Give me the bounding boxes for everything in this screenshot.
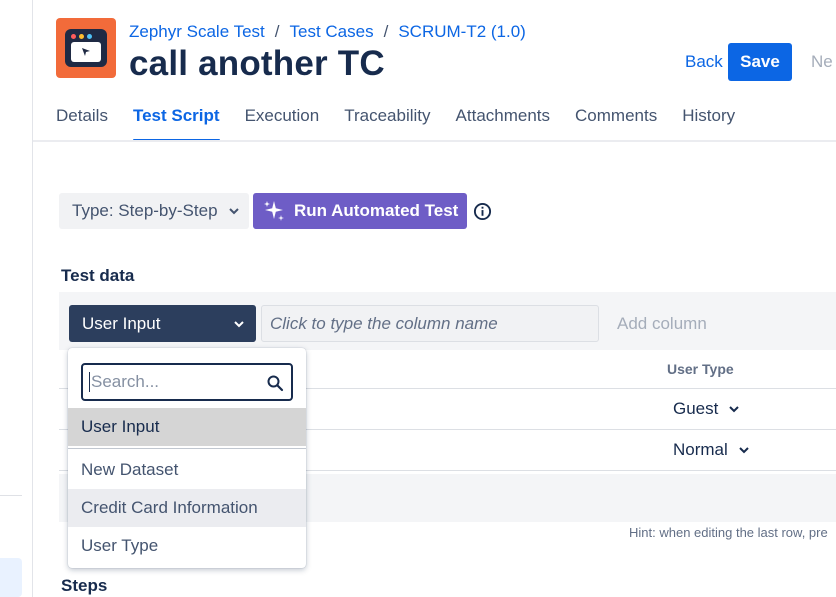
dataset-search-input[interactable]: Search... bbox=[81, 363, 293, 401]
dataset-select-value: User Input bbox=[82, 313, 161, 333]
tab-comments[interactable]: Comments bbox=[575, 106, 657, 142]
tab-traceability[interactable]: Traceability bbox=[344, 106, 430, 142]
menu-divider bbox=[68, 448, 306, 449]
dataset-option-new-dataset[interactable]: New Dataset bbox=[68, 452, 306, 488]
tab-test-script[interactable]: Test Script bbox=[132, 106, 220, 142]
tab-bar: Details Test Script Execution Traceabili… bbox=[56, 106, 735, 142]
dataset-dropdown-menu: Search... User Input New Dataset Credit … bbox=[68, 348, 306, 568]
breadcrumb-test-cases[interactable]: Test Cases bbox=[290, 22, 374, 42]
column-name-input[interactable]: Click to type the column name bbox=[261, 305, 599, 342]
next-button[interactable]: Ne bbox=[811, 44, 833, 80]
rail-divider bbox=[0, 495, 22, 496]
dataset-select[interactable]: User Input bbox=[69, 305, 256, 342]
chevron-down-icon bbox=[739, 447, 749, 454]
add-column-button[interactable]: Add column bbox=[617, 314, 707, 334]
zephyr-scale-logo-icon bbox=[56, 18, 116, 78]
breadcrumb-separator: / bbox=[383, 22, 389, 41]
script-type-label: Type: Step-by-Step bbox=[72, 201, 218, 220]
info-icon[interactable] bbox=[473, 202, 492, 221]
dataset-option-user-type[interactable]: User Type bbox=[68, 528, 306, 564]
breadcrumb-separator: / bbox=[274, 22, 280, 41]
script-type-select[interactable]: Type: Step-by-Step bbox=[59, 193, 249, 229]
dataset-option-credit-card-information[interactable]: Credit Card Information bbox=[68, 489, 306, 527]
back-button[interactable]: Back bbox=[677, 44, 731, 80]
steps-heading: Steps bbox=[61, 576, 108, 595]
tab-details[interactable]: Details bbox=[56, 106, 108, 142]
breadcrumb: Zephyr Scale Test / Test Cases / SCRUM-T… bbox=[129, 22, 526, 42]
tab-execution[interactable]: Execution bbox=[245, 106, 320, 142]
run-automated-test-label: Run Automated Test bbox=[294, 201, 459, 220]
cell-value: Guest bbox=[673, 399, 719, 418]
column-header-user-type[interactable]: User Type bbox=[667, 361, 734, 377]
left-rail bbox=[0, 0, 33, 597]
save-button[interactable]: Save bbox=[728, 43, 792, 81]
tab-history[interactable]: History bbox=[682, 106, 735, 142]
chevron-down-icon bbox=[234, 321, 244, 328]
tab-attachments[interactable]: Attachments bbox=[456, 106, 551, 142]
dataset-option-user-input[interactable]: User Input bbox=[68, 408, 306, 446]
test-data-heading: Test data bbox=[61, 266, 135, 285]
table-cell[interactable]: Guest bbox=[673, 398, 740, 420]
chevron-down-icon bbox=[729, 406, 740, 413]
table-cell[interactable]: Normal bbox=[673, 439, 750, 461]
breadcrumb-test-case-key[interactable]: SCRUM-T2 (1.0) bbox=[398, 22, 526, 42]
chevron-down-icon bbox=[228, 208, 239, 215]
rail-selected-item[interactable] bbox=[0, 558, 22, 597]
cell-value: Normal bbox=[673, 440, 728, 459]
page-title: call another TC bbox=[129, 44, 385, 83]
text-caret bbox=[89, 372, 90, 392]
search-icon bbox=[267, 375, 284, 392]
tab-bar-divider bbox=[33, 140, 836, 142]
editing-hint: Hint: when editing the last row, pre bbox=[629, 525, 828, 540]
run-automated-test-button[interactable]: Run Automated Test bbox=[253, 193, 467, 229]
search-placeholder: Search... bbox=[91, 372, 160, 391]
breadcrumb-project[interactable]: Zephyr Scale Test bbox=[129, 22, 265, 42]
sparkles-icon bbox=[264, 201, 284, 221]
